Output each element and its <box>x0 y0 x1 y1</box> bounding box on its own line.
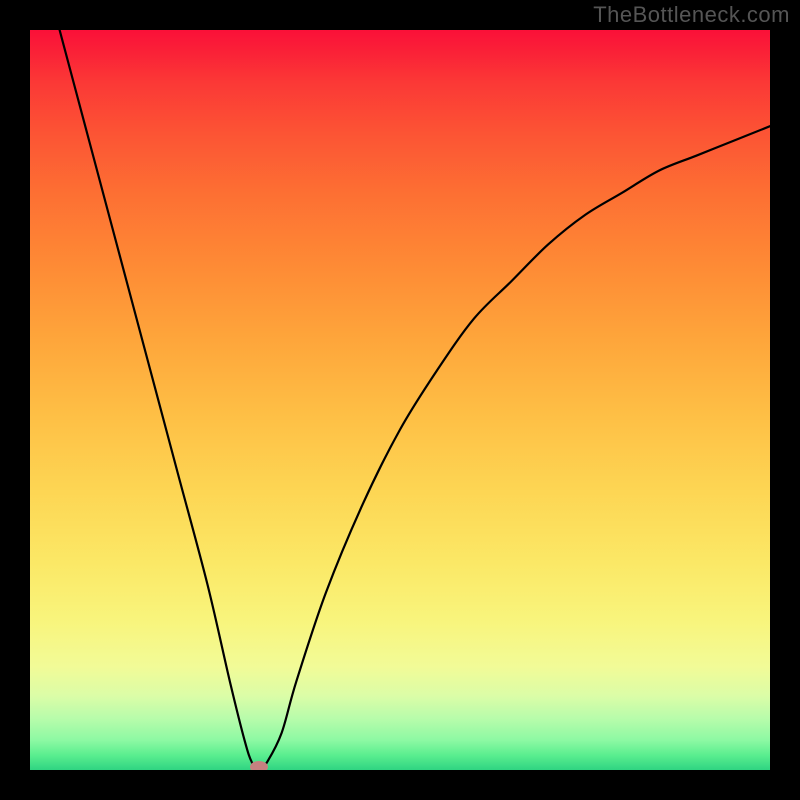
curve-svg <box>30 30 770 770</box>
bottleneck-curve <box>60 30 770 770</box>
chart-frame: TheBottleneck.com <box>0 0 800 800</box>
watermark-text: TheBottleneck.com <box>593 2 790 28</box>
optimal-point-marker <box>250 761 268 770</box>
plot-area <box>30 30 770 770</box>
